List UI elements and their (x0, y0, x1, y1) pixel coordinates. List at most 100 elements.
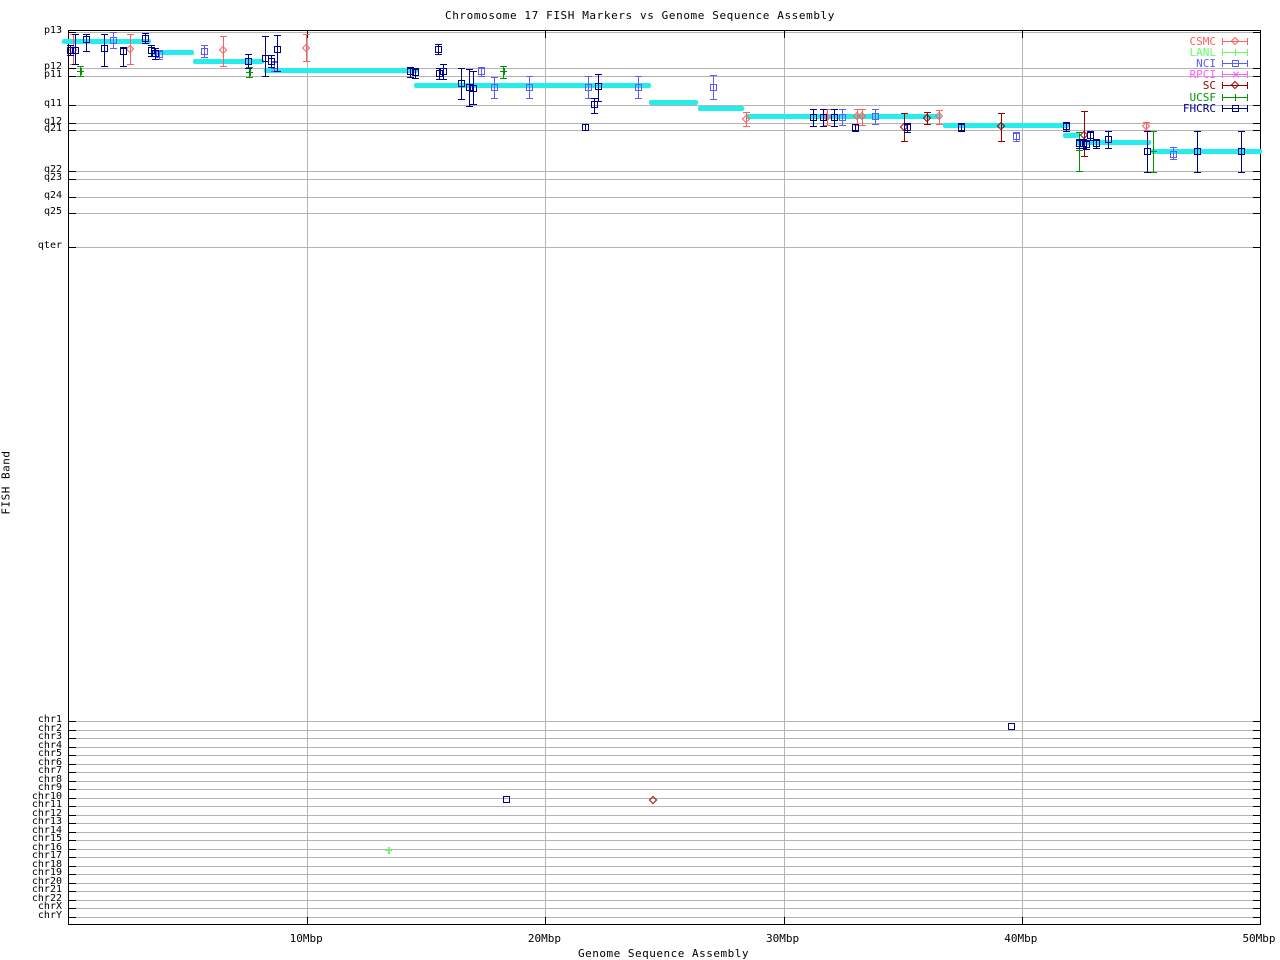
chart-title: Chromosome 17 FISH Markers vs Genome Seq… (444, 9, 836, 22)
error-cap (303, 61, 311, 62)
y-tick-label: p13 (43, 25, 62, 36)
error-cap (220, 36, 228, 37)
error-cap (83, 34, 91, 35)
y-tick-left (69, 171, 76, 172)
error-cap (1143, 172, 1151, 173)
y-tick-right (1253, 891, 1260, 892)
y-tick-right (1253, 865, 1260, 867)
data-point-fhcrc (1143, 148, 1151, 155)
band-gridline (69, 247, 1260, 248)
y-tick-left (69, 908, 76, 909)
data-point-lanl-legend (1235, 49, 1237, 57)
y-tick-right (1253, 123, 1260, 124)
y-axis-title: FISH Band (0, 450, 13, 515)
error-cap (470, 71, 478, 72)
error-cap (590, 113, 598, 114)
error-cap (440, 79, 448, 80)
error-cap (274, 71, 282, 72)
data-point-fhcrc (152, 50, 160, 57)
y-tick-right (1253, 806, 1260, 807)
band-gridline (69, 857, 1260, 858)
error-cap (201, 57, 209, 58)
y-tick-right (1253, 874, 1260, 875)
y-tick-right (1253, 721, 1260, 722)
band-gridline (69, 105, 1260, 106)
y-tick-left (69, 213, 76, 214)
data-point-fhcrc (903, 124, 911, 131)
band-gridline (69, 806, 1260, 807)
data-point-fhcrc (1237, 148, 1245, 155)
error-cap (142, 43, 150, 44)
band-gridline (69, 755, 1260, 756)
error-cap (274, 35, 282, 36)
error-cap (262, 36, 270, 37)
error-cap (435, 44, 443, 45)
y-tick-left (69, 865, 76, 867)
band-gridline (69, 789, 1260, 790)
error-cap (838, 125, 846, 126)
legend-sample-cap (1247, 93, 1248, 101)
data-point-ucsf-legend (1235, 93, 1237, 101)
error-cap (819, 109, 827, 110)
error-cap (1193, 172, 1201, 173)
legend-sample-cap (1222, 104, 1223, 112)
y-tick-left (69, 780, 76, 782)
error-cap (585, 76, 593, 77)
y-tick-left (69, 823, 76, 824)
error-cap (245, 68, 253, 69)
band-gridline (69, 729, 1260, 731)
y-tick-label: q24 (43, 190, 62, 201)
error-cap (710, 75, 718, 76)
data-point-nci-legend (1232, 60, 1239, 68)
y-tick-right (1253, 780, 1260, 782)
y-tick-left (69, 831, 76, 833)
error-cap (67, 45, 75, 46)
y-tick-left (69, 105, 76, 106)
y-tick-right (1253, 831, 1260, 833)
y-tick-left (69, 840, 76, 841)
data-point-fhcrc (1193, 148, 1201, 155)
band-gridline (69, 213, 1260, 214)
error-cap (127, 34, 135, 35)
band-gridline (69, 823, 1260, 824)
legend-sample-cap (1222, 82, 1223, 90)
data-point-fhcrc (595, 83, 603, 90)
error-cap (1149, 131, 1157, 132)
data-point-fhcrc (1082, 141, 1090, 148)
data-point-fhcrc (274, 46, 282, 53)
data-point-fhcrc (1007, 723, 1015, 730)
data-point-nci (201, 48, 209, 55)
error-cap (412, 78, 420, 79)
y-tick-right (1253, 908, 1260, 909)
data-point-nci (872, 113, 880, 120)
y-tick-right (1253, 105, 1260, 106)
error-cap (148, 45, 156, 46)
error-cap (72, 64, 80, 65)
error-cap (1092, 148, 1100, 149)
error-cap (142, 33, 150, 34)
y-tick-left (69, 789, 76, 790)
error-cap (903, 132, 911, 133)
band-gridline (69, 197, 1260, 198)
error-cap (246, 77, 254, 78)
error-cap (101, 34, 109, 35)
data-point-nci (478, 68, 486, 75)
error-cap (742, 112, 750, 113)
error-cap (491, 77, 499, 78)
error-cap (809, 126, 817, 127)
error-cap (435, 54, 443, 55)
assembly-band-segment (264, 68, 419, 73)
error-cap (819, 126, 827, 127)
y-tick-right (1253, 130, 1260, 131)
error-cap (997, 141, 1005, 142)
data-point-fhcrc (590, 101, 598, 108)
error-cap (1082, 149, 1090, 150)
error-cap (1104, 148, 1112, 149)
band-gridline (69, 721, 1260, 722)
error-cap (152, 59, 160, 60)
legend-sample-cap (1247, 49, 1248, 57)
error-cap (935, 124, 943, 125)
data-point-fhcrc (72, 47, 80, 54)
error-cap (900, 113, 908, 114)
y-tick-right (1253, 197, 1260, 198)
